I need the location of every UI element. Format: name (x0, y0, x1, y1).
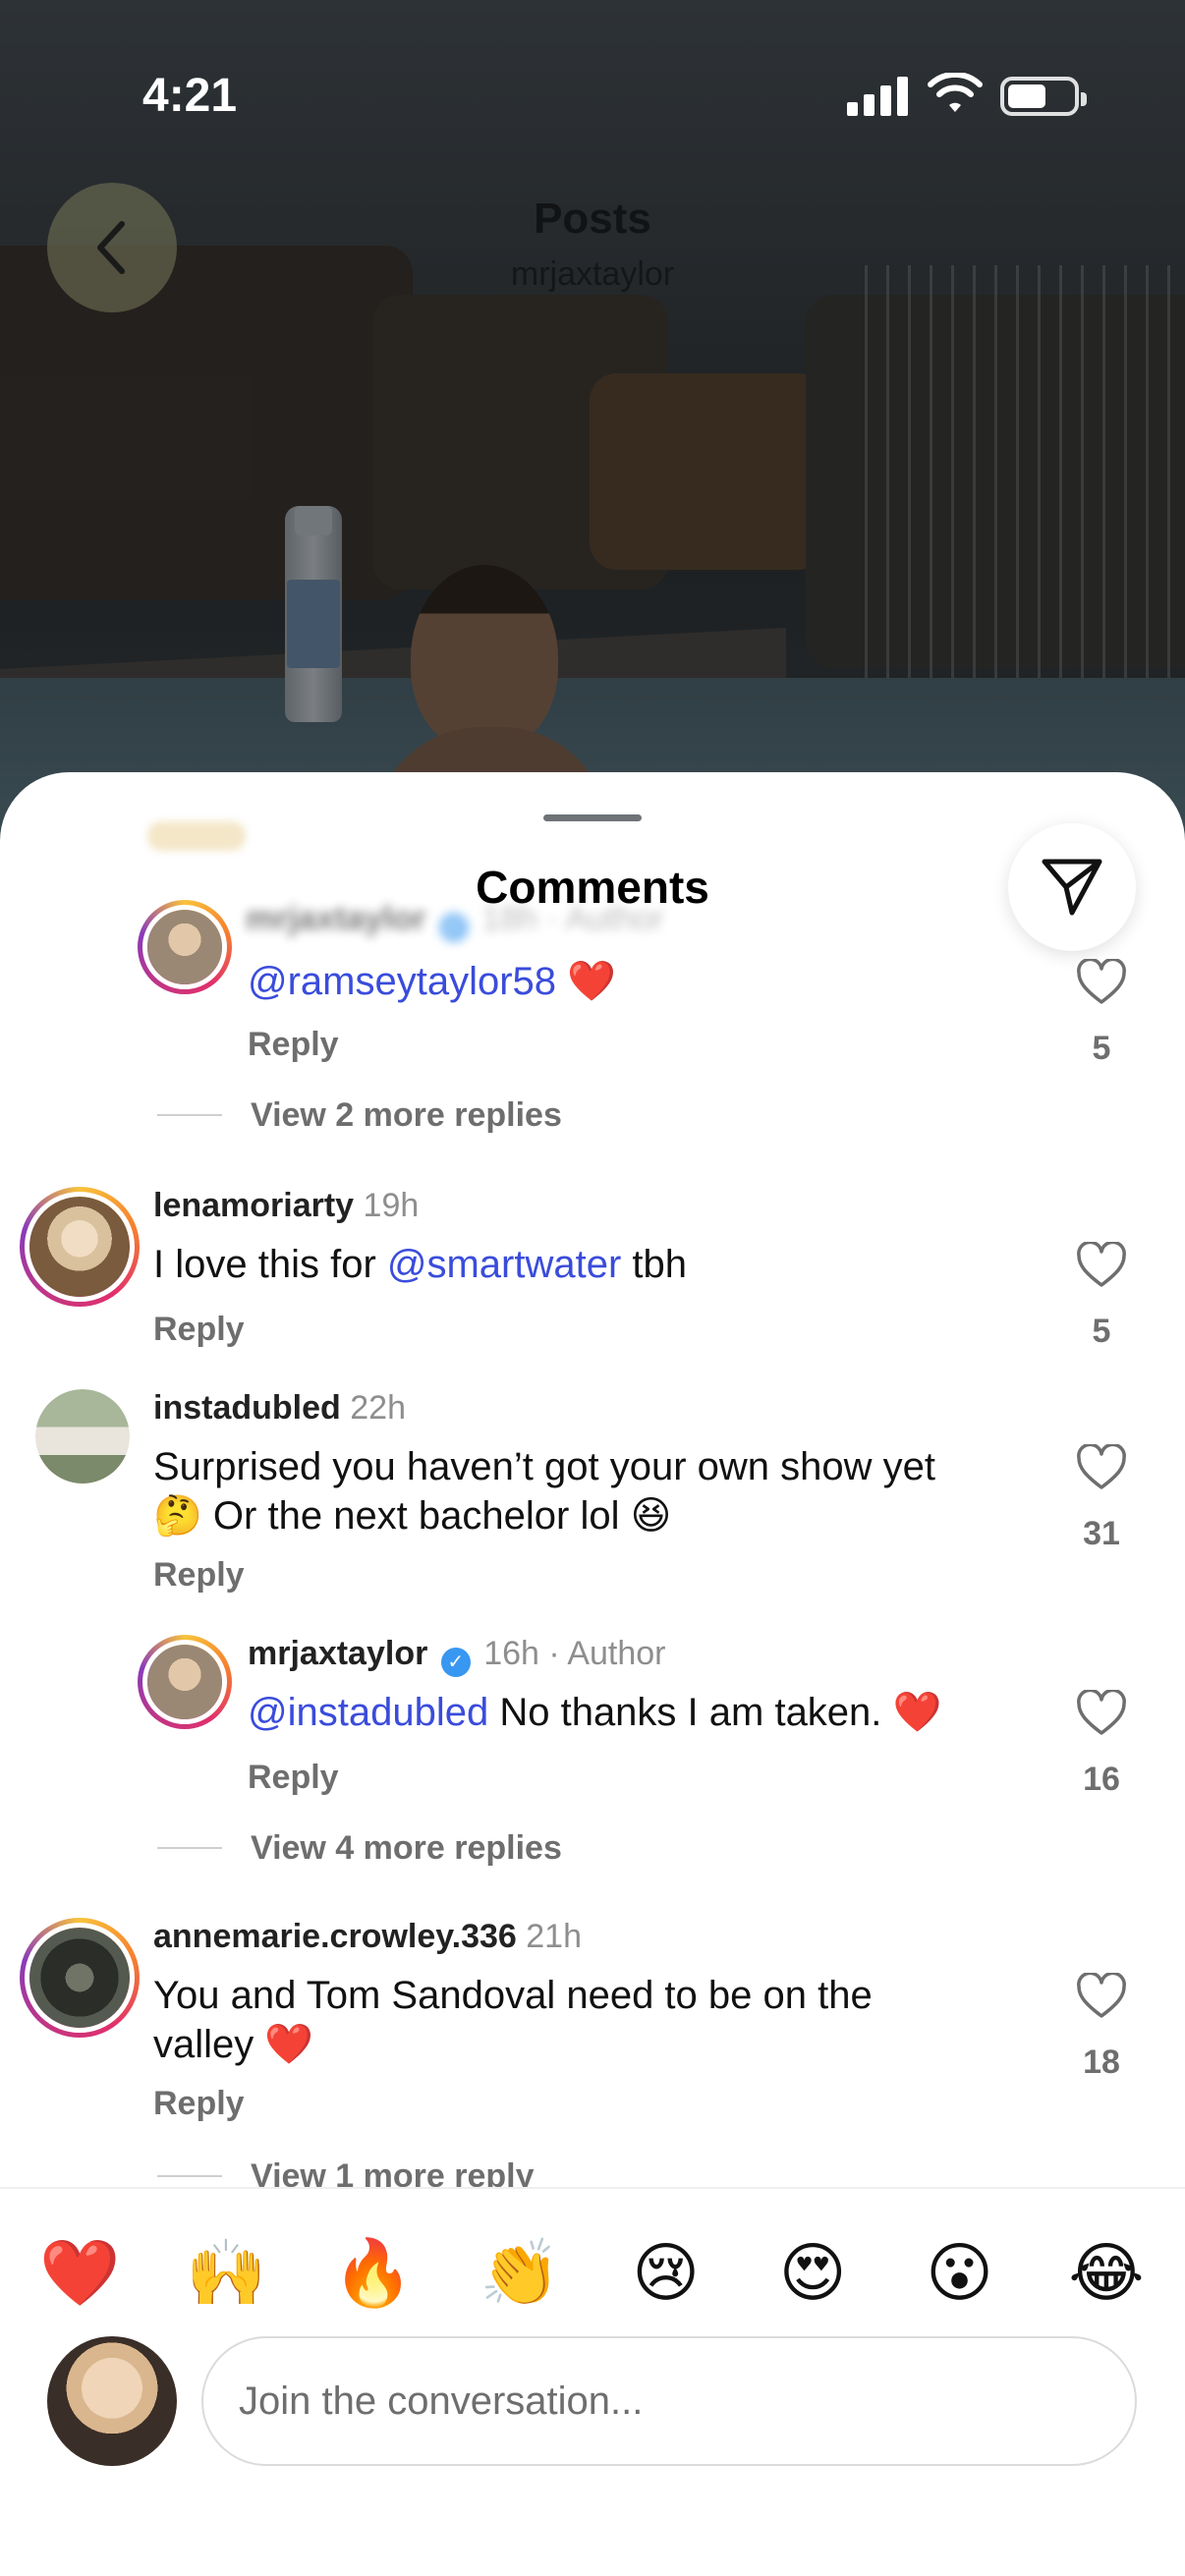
reaction-fire[interactable]: 🔥 (333, 2233, 414, 2312)
reaction-laugh[interactable]: 😂 (1067, 2233, 1146, 2312)
author-tag: · Author (548, 1635, 666, 1672)
reply-button[interactable]: Reply (248, 1026, 339, 1064)
comment-input-wrapper (201, 2336, 1137, 2466)
view-more-replies-button[interactable]: View 2 more replies (251, 1096, 562, 1135)
comment-username[interactable]: mrjaxtaylor (248, 1635, 427, 1672)
comment-username[interactable]: annemarie.crowley.336 (153, 1918, 517, 1955)
nav-title: Posts (534, 195, 651, 243)
sheet-grabber[interactable] (543, 814, 642, 821)
wifi-icon (928, 73, 983, 112)
like-count: 18 (1083, 2044, 1120, 2081)
comment-time: 22h (350, 1389, 406, 1427)
comment-text: Surprised you haven’t got your own show … (153, 1445, 935, 1538)
comment-text: I love this for @smartwater tbh (153, 1243, 688, 1286)
battery-icon (1000, 77, 1087, 116)
comment-input[interactable] (239, 2338, 1103, 2464)
red-heart-emoji: ❤️ (567, 960, 616, 1003)
reply-button[interactable]: Reply (248, 1759, 339, 1797)
reaction-heart[interactable]: ❤️ (39, 2233, 120, 2312)
comment-text: You and Tom Sandoval need to be on the v… (153, 1974, 873, 2066)
thinking-emoji: 🤔 (153, 1494, 202, 1538)
like-heart-icon[interactable] (1076, 1444, 1127, 1491)
comment-composer: ❤️ 🙌 🔥 👏 😢 😍 😮 😂 (0, 2187, 1185, 2576)
verified-badge-icon: ✓ (440, 1648, 471, 1677)
verified-badge-icon: ✓ (438, 913, 469, 942)
like-heart-icon[interactable] (1076, 1690, 1127, 1737)
send-icon (1042, 859, 1102, 916)
avatar[interactable] (35, 1389, 130, 1484)
status-bar: 4:21 (0, 0, 1185, 187)
avatar[interactable] (20, 1918, 140, 2038)
reaction-clap[interactable]: 👏 (480, 2233, 560, 2312)
view-more-replies-button[interactable]: View 4 more replies (251, 1829, 562, 1868)
like-heart-icon[interactable] (1076, 1242, 1127, 1289)
mention-link[interactable]: @smartwater (387, 1243, 621, 1286)
comment-username[interactable]: mrjaxtaylor (246, 900, 425, 937)
comment-time: 16h (483, 1635, 539, 1672)
nav-subtitle: mrjaxtaylor (510, 255, 675, 293)
avatar[interactable] (138, 1635, 232, 1729)
red-heart-emoji: ❤️ (264, 2023, 314, 2066)
like-heart-icon[interactable] (1076, 959, 1127, 1006)
current-user-avatar (47, 2336, 177, 2466)
mention-link[interactable]: @ramseytaylor58 (248, 960, 556, 1003)
reaction-heart-eyes[interactable]: 😍 (773, 2233, 852, 2312)
mention-link[interactable]: @instadubled (248, 1691, 488, 1734)
like-heart-icon[interactable] (1076, 1973, 1127, 2020)
reaction-cry[interactable]: 😢 (627, 2233, 705, 2312)
like-count: 5 (1092, 1313, 1111, 1350)
comment-username[interactable]: lenamoriarty (153, 1187, 354, 1224)
reaction-raised-hands[interactable]: 🙌 (186, 2233, 266, 2312)
comment-text: @instadubled No thanks I am taken. ❤️ (248, 1691, 942, 1734)
reply-button[interactable]: Reply (153, 1556, 245, 1595)
comment-username[interactable]: instadubled (153, 1389, 341, 1427)
status-time: 4:21 (142, 70, 238, 122)
reply-button[interactable]: Reply (153, 2085, 245, 2123)
faded-previous-content (147, 821, 246, 851)
like-count: 5 (1092, 1030, 1111, 1067)
cellular-signal-icon (847, 75, 908, 116)
comment-time: 19h (363, 1187, 420, 1224)
avatar[interactable] (138, 900, 232, 994)
quick-reactions-bar: ❤️ 🙌 🔥 👏 😢 😍 😮 😂 (39, 2218, 1146, 2326)
like-count: 31 (1083, 1515, 1120, 1552)
comment-time: 21h (526, 1918, 582, 1955)
avatar[interactable] (20, 1187, 140, 1307)
comment-text: @ramseytaylor58 ❤️ (248, 957, 616, 1006)
reaction-surprised[interactable]: 😮 (921, 2233, 999, 2312)
like-count: 16 (1083, 1761, 1120, 1798)
share-button[interactable] (1008, 823, 1136, 951)
reply-button[interactable]: Reply (153, 1311, 245, 1349)
red-heart-emoji: ❤️ (892, 1691, 942, 1734)
laughing-emoji: 😆 (630, 1494, 672, 1538)
